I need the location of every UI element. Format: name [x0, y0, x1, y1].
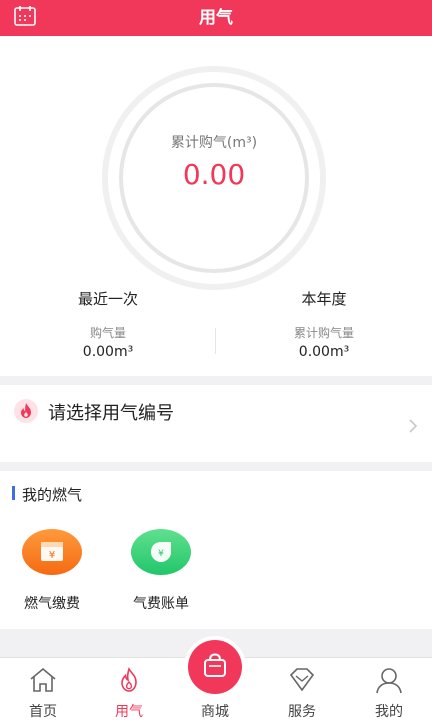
- top-header: 用气: [0, 0, 432, 36]
- page-title: 用气: [199, 8, 233, 28]
- home-icon: [30, 667, 56, 692]
- tab-gas[interactable]: 用气: [86, 658, 172, 720]
- gas-summary-card: 累计购气(m³) 0.00 最近一次 购气量 0.00m³ 本年度 累计购气量 …: [0, 36, 432, 376]
- total-purchase-label: 累计购气(m³): [170, 135, 258, 151]
- year-heading: 本年度: [301, 290, 347, 308]
- total-purchase-value: 0.00: [182, 158, 246, 191]
- tab-home-label: 首页: [29, 704, 57, 720]
- chevron-right-icon: [409, 419, 418, 433]
- year-sub-label: 累计购气量: [293, 326, 354, 340]
- svg-text:¥: ¥: [158, 549, 164, 559]
- payment-icon-circle: ¥: [22, 529, 82, 575]
- gas-bill-label: 气费账单: [133, 596, 189, 612]
- my-gas-title: 我的燃气: [22, 486, 83, 504]
- gas-payment-label: 燃气缴费: [24, 596, 80, 612]
- select-gas-number-row[interactable]: 请选择用气编号: [0, 385, 432, 462]
- bill-icon: ¥: [151, 542, 171, 562]
- flame-icon: [121, 667, 137, 692]
- payment-icon: ¥: [41, 542, 63, 561]
- tab-gas-label: 用气: [115, 704, 143, 720]
- tab-me[interactable]: 我的: [346, 658, 432, 720]
- tab-me-label: 我的: [375, 704, 403, 720]
- flame-icon: [21, 403, 31, 418]
- flame-badge: [14, 399, 38, 423]
- recent-heading: 最近一次: [77, 290, 138, 308]
- tab-mall-label: 商城: [201, 704, 229, 720]
- mall-center-button[interactable]: [188, 640, 242, 694]
- shopping-bag-icon: [204, 653, 226, 677]
- recent-sub-label: 购气量: [89, 326, 126, 340]
- user-icon: [376, 668, 402, 694]
- my-gas-section: 我的燃气 ¥ 燃气缴费 ¥ 气费账单: [0, 471, 432, 629]
- bill-icon-circle: ¥: [131, 529, 191, 575]
- diamond-icon: [289, 668, 315, 692]
- recent-value: 0.00m³: [82, 344, 134, 360]
- tab-service[interactable]: 服务: [259, 658, 345, 720]
- select-gas-number-text: 请选择用气编号: [48, 403, 174, 424]
- tab-service-label: 服务: [288, 704, 316, 720]
- year-value: 0.00m³: [298, 344, 350, 360]
- section-accent-bar: [12, 486, 15, 500]
- svg-text:¥: ¥: [49, 550, 55, 561]
- tab-home[interactable]: 首页: [0, 658, 86, 720]
